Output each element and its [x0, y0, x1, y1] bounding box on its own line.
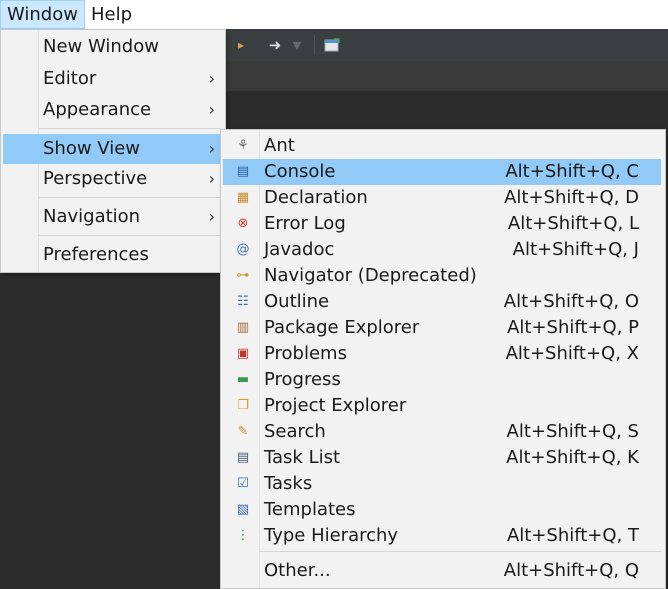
view-item-label: Error Log	[264, 213, 346, 234]
search-icon: ✎	[237, 424, 249, 439]
view-item-project-explorer[interactable]: ❐ Project Explorer	[221, 393, 665, 419]
view-item-label: Javadoc	[264, 239, 335, 260]
menu-separator	[259, 551, 661, 552]
view-item-label: Type Hierarchy	[264, 525, 399, 546]
menu-window[interactable]: Window	[0, 0, 85, 29]
view-item-shortcut: Alt+Shift+Q, T	[506, 525, 639, 546]
view-item-shortcut: Alt+Shift+Q, S	[506, 421, 640, 442]
view-item-label: Search	[264, 421, 326, 442]
view-item-label: Task List	[264, 447, 341, 468]
package-explorer-icon: ▥	[236, 320, 250, 335]
toolbar-separator	[314, 35, 315, 55]
window-menu: New Window Editor › Appearance › Show Vi…	[0, 29, 226, 273]
view-item-javadoc[interactable]: @ Javadoc Alt+Shift+Q, J	[221, 237, 665, 263]
view-item-declaration[interactable]: ▦ Declaration Alt+Shift+Q, D	[221, 185, 665, 211]
javadoc-icon: @	[236, 242, 250, 257]
menu-item-label: Navigation	[43, 206, 141, 227]
view-item-error-log[interactable]: ⊗ Error Log Alt+Shift+Q, L	[221, 211, 665, 237]
view-item-label: Navigator (Deprecated)	[264, 265, 477, 286]
submenu-arrow-icon: ›	[208, 139, 215, 158]
view-item-templates[interactable]: ▧ Templates	[221, 497, 665, 523]
view-item-type-hierarchy[interactable]: ⋮ Type Hierarchy Alt+Shift+Q, T	[221, 523, 665, 549]
editor-tabstrip	[226, 61, 668, 91]
outline-icon: ☷	[237, 294, 249, 309]
main-toolbar: ▸ ➜ ▼	[226, 29, 668, 61]
arrow-right-icon[interactable]: ➜	[264, 34, 286, 56]
view-item-task-list[interactable]: ▤ Task List Alt+Shift+Q, K	[221, 445, 665, 471]
console-icon: ▤	[236, 164, 250, 179]
view-item-problems[interactable]: ▣ Problems Alt+Shift+Q, X	[221, 341, 665, 367]
submenu-arrow-icon: ›	[208, 100, 215, 119]
menu-item-label: Appearance	[43, 99, 152, 120]
declaration-icon: ▦	[236, 190, 250, 205]
view-item-label: Package Explorer	[264, 317, 420, 338]
view-item-shortcut: Alt+Shift+Q, O	[503, 291, 639, 312]
view-item-console[interactable]: ▤ Console Alt+Shift+Q, C	[223, 159, 661, 185]
progress-icon: ▬	[236, 372, 250, 387]
menu-item-label: Editor	[43, 68, 97, 89]
view-item-label: Other...	[264, 560, 331, 581]
error-log-icon: ⊗	[237, 216, 249, 231]
view-item-label: Problems	[264, 343, 347, 364]
view-item-package-explorer[interactable]: ▥ Package Explorer Alt+Shift+Q, P	[221, 315, 665, 341]
ant-icon: ⚘	[237, 138, 249, 153]
view-item-search[interactable]: ✎ Search Alt+Shift+Q, S	[221, 419, 665, 445]
view-item-tasks[interactable]: ☑ Tasks	[221, 471, 665, 497]
problems-icon: ▣	[236, 346, 250, 361]
view-item-label: Console	[264, 161, 336, 182]
view-item-shortcut: Alt+Shift+Q, Q	[503, 560, 639, 581]
menu-item-show-view[interactable]: Show View ›	[3, 134, 223, 164]
view-item-other[interactable]: Other... Alt+Shift+Q, Q	[221, 558, 665, 584]
view-item-shortcut: Alt+Shift+Q, K	[506, 447, 639, 468]
view-item-shortcut: Alt+Shift+Q, J	[512, 239, 639, 260]
view-item-ant[interactable]: ⚘ Ant	[221, 133, 665, 159]
view-item-label: Progress	[264, 369, 341, 390]
submenu-arrow-icon: ›	[208, 69, 215, 88]
menu-item-label: Show View	[43, 138, 141, 159]
view-item-label: Ant	[264, 135, 295, 156]
task-list-icon: ▤	[236, 450, 250, 465]
menu-item-appearance[interactable]: Appearance ›	[1, 97, 225, 123]
menu-item-navigation[interactable]: Navigation ›	[1, 204, 225, 230]
type-hierarchy-icon: ⋮	[236, 528, 250, 543]
view-item-label: Outline	[264, 291, 330, 312]
workbench-background	[0, 273, 226, 589]
tasks-icon: ☑	[237, 476, 249, 491]
new-window-icon[interactable]	[321, 34, 343, 56]
view-item-outline[interactable]: ☷ Outline Alt+Shift+Q, O	[221, 289, 665, 315]
project-explorer-icon: ❐	[237, 398, 249, 413]
view-item-label: Templates	[264, 499, 356, 520]
view-item-shortcut: Alt+Shift+Q, L	[507, 213, 639, 234]
menu-item-label: New Window	[43, 36, 159, 57]
view-item-navigator[interactable]: ⊶ Navigator (Deprecated)	[221, 263, 665, 289]
submenu-arrow-icon: ›	[208, 207, 215, 226]
chevron-down-icon[interactable]: ▼	[286, 34, 308, 56]
menu-separator	[39, 235, 221, 236]
menu-item-preferences[interactable]: Preferences	[1, 242, 225, 268]
view-item-shortcut: Alt+Shift+Q, D	[504, 187, 639, 208]
menu-separator	[39, 197, 221, 198]
menu-item-editor[interactable]: Editor ›	[1, 66, 225, 92]
menu-item-label: Perspective	[43, 168, 148, 189]
view-item-label: Project Explorer	[264, 395, 407, 416]
view-item-label: Tasks	[264, 473, 313, 494]
menubar: Window Help	[0, 0, 668, 29]
navigator-icon: ⊶	[236, 268, 250, 283]
menu-help[interactable]: Help	[85, 0, 138, 29]
menu-item-perspective[interactable]: Perspective ›	[1, 166, 225, 192]
view-item-shortcut: Alt+Shift+Q, P	[507, 317, 639, 338]
show-view-submenu: ⚘ Ant ▤ Console Alt+Shift+Q, C ▦ Declara…	[220, 129, 666, 589]
view-item-shortcut: Alt+Shift+Q, C	[505, 161, 639, 182]
templates-icon: ▧	[236, 502, 250, 517]
view-item-progress[interactable]: ▬ Progress	[221, 367, 665, 393]
submenu-arrow-icon: ›	[208, 169, 215, 188]
view-item-shortcut: Alt+Shift+Q, X	[505, 343, 639, 364]
menu-item-new-window[interactable]: New Window	[1, 34, 225, 60]
menu-item-label: Preferences	[43, 244, 149, 265]
menu-separator	[39, 128, 221, 129]
toolbar-overflow-icon[interactable]: ▸	[230, 34, 252, 56]
view-item-label: Declaration	[264, 187, 368, 208]
